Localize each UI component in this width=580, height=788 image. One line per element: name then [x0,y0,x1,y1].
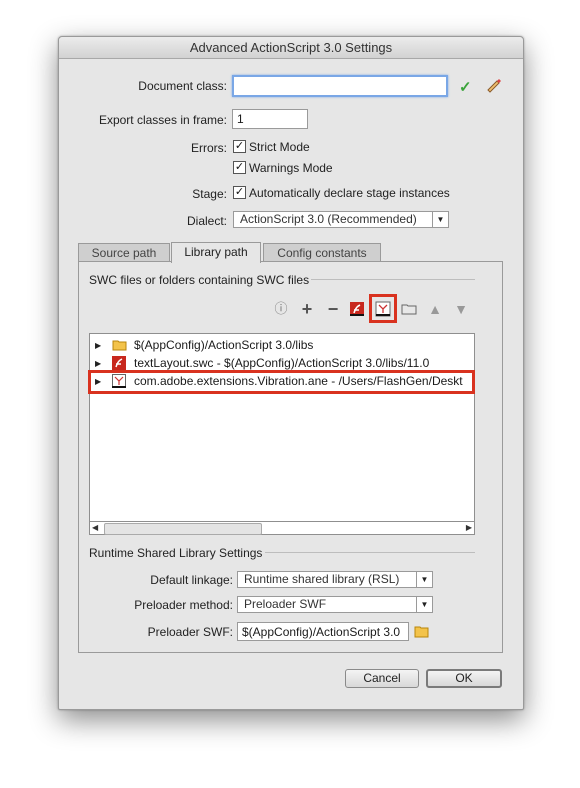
export-frame-input[interactable]: 1 [232,109,308,129]
rsl-group-header: Runtime Shared Library Settings [89,546,263,560]
document-class-label: Document class: [138,79,227,93]
tab-library-path[interactable]: Library path [171,242,261,263]
library-path-list[interactable]: ▶ $(AppConfig)/ActionScript 3.0/libs ▶ t… [89,333,475,535]
dialect-value: ActionScript 3.0 (Recommended) [240,212,417,226]
ane-button-highlight [369,294,397,323]
move-down-icon[interactable]: ▼ [453,301,469,317]
preloader-method-select[interactable]: Preloader SWF ▼ [237,596,433,613]
default-linkage-label: Default linkage: [150,573,233,587]
tab-source-path[interactable]: Source path [78,243,170,262]
document-class-input[interactable] [232,75,448,97]
warnings-mode-label: Warnings Mode [249,161,333,175]
folder-icon [112,338,127,352]
strict-mode-checkbox[interactable]: ✓ [233,140,246,153]
scroll-left-icon[interactable]: ◀ [92,522,98,534]
errors-label: Errors: [191,141,227,155]
chevron-down-icon: ▼ [416,597,432,612]
ane-row-highlight [88,370,475,394]
swc-file-icon [112,356,126,370]
move-up-icon[interactable]: ▲ [427,301,443,317]
chevron-down-icon: ▼ [432,212,448,227]
preloader-swf-input[interactable]: $(AppConfig)/ActionScript 3.0 [237,622,409,641]
ok-button[interactable]: OK [426,669,502,688]
strict-mode-label: Strict Mode [249,140,310,154]
scrollbar-thumb[interactable] [104,523,262,535]
horizontal-scrollbar[interactable]: ◀ ▶ [89,521,475,535]
swc-group-header: SWC files or folders containing SWC file… [89,273,310,287]
auto-declare-label: Automatically declare stage instances [249,186,450,200]
scroll-right-icon[interactable]: ▶ [466,522,472,534]
preloader-swf-label: Preloader SWF: [147,625,233,639]
default-linkage-value: Runtime shared library (RSL) [244,572,400,586]
export-frame-label: Export classes in frame: [98,113,227,127]
add-icon[interactable]: + [299,300,315,318]
tab-config-constants[interactable]: Config constants [263,243,381,262]
warnings-mode-checkbox[interactable]: ✓ [233,161,246,174]
stage-label: Stage: [192,187,227,201]
dialect-select[interactable]: ActionScript 3.0 (Recommended) ▼ [233,211,449,228]
auto-declare-checkbox[interactable]: ✓ [233,186,246,199]
info-icon[interactable]: ⓘ [273,301,289,317]
list-item[interactable]: ▶ $(AppConfig)/ActionScript 3.0/libs [90,337,474,354]
dialect-label: Dialect: [186,214,227,228]
dialog-title: Advanced ActionScript 3.0 Settings [59,37,523,59]
check-icon[interactable]: ✓ [459,78,472,96]
expand-triangle-icon[interactable]: ▶ [95,337,101,354]
preloader-method-value: Preloader SWF [244,597,327,611]
divider [311,279,475,280]
default-linkage-select[interactable]: Runtime shared library (RSL) ▼ [237,571,433,588]
list-item-text: $(AppConfig)/ActionScript 3.0/libs [134,338,314,352]
remove-icon[interactable]: − [325,300,341,318]
folder-icon[interactable] [401,301,417,317]
preloader-method-label: Preloader method: [134,598,233,612]
folder-icon[interactable] [414,623,430,642]
pencil-icon[interactable] [485,77,501,96]
cancel-button[interactable]: Cancel [345,669,419,688]
chevron-down-icon: ▼ [416,572,432,587]
divider [265,552,475,553]
dialog-window: Advanced ActionScript 3.0 Settings Docum… [58,36,524,710]
swc-file-icon[interactable] [349,301,365,317]
